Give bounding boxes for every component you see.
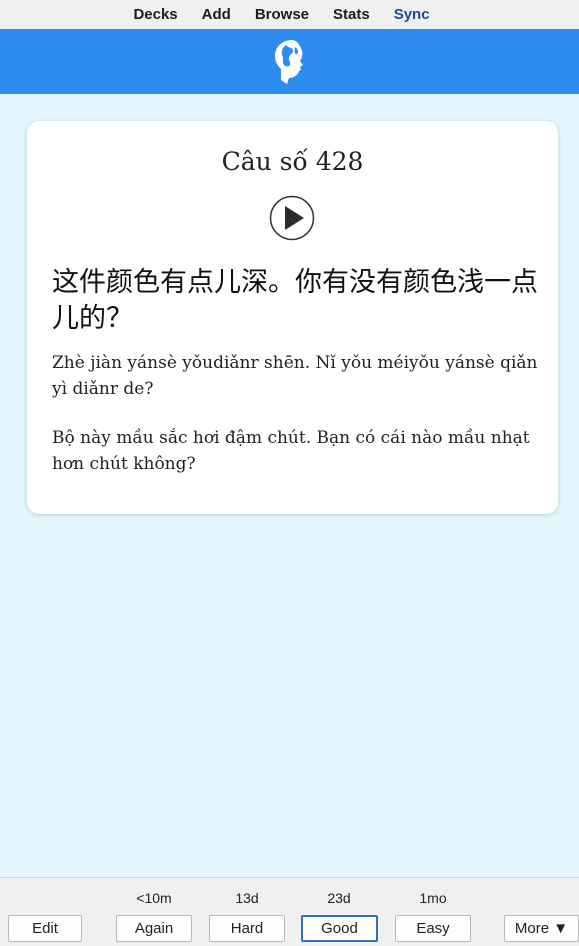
hard-button[interactable]: Hard [209, 915, 285, 942]
menu-stats[interactable]: Stats [321, 6, 382, 23]
easy-button[interactable]: Easy [395, 915, 471, 942]
anki-globe-head-logo-icon [274, 39, 303, 84]
review-bar: <10m 13d 23d 1mo Edit Again Hard Good Ea… [0, 877, 579, 946]
menu-sync[interactable]: Sync [382, 6, 442, 23]
pinyin-text: Zhè jiàn yánsè yǒudiǎnr shēn. Nǐ yǒu méi… [52, 353, 538, 399]
good-interval: 23d [327, 890, 351, 906]
hard-interval: 13d [235, 890, 259, 906]
top-menu-bar: Decks Add Browse Stats Sync [0, 0, 579, 29]
edit-button[interactable]: Edit [8, 915, 82, 942]
flashcard: Câu số 428 这件颜色有点儿深。你有没有颜色浅一点儿的？ Zhè jià… [27, 121, 558, 514]
again-interval: <10m [136, 890, 172, 906]
main-menu: Decks Add Browse Stats Sync [121, 6, 441, 23]
vietnamese-translation: Bộ này mầu sắc hơi đậm chút. Bạn có cái … [52, 428, 530, 474]
menu-decks[interactable]: Decks [121, 6, 189, 23]
menu-browse[interactable]: Browse [243, 6, 321, 23]
more-button[interactable]: More ▼ [504, 915, 579, 942]
chinese-sentence: 这件颜色有点儿深。你有没有颜色浅一点儿的？ [52, 267, 538, 334]
header-banner [0, 29, 579, 94]
menu-add[interactable]: Add [190, 6, 243, 23]
card-title: Câu số 428 [221, 147, 364, 176]
play-icon[interactable] [269, 195, 315, 241]
good-button[interactable]: Good [301, 915, 378, 942]
again-button[interactable]: Again [116, 915, 192, 942]
easy-interval: 1mo [419, 890, 447, 906]
